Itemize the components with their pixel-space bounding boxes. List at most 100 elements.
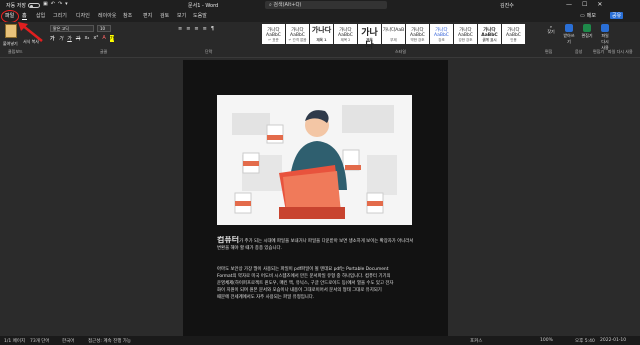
tab-references[interactable]: 참조 (123, 12, 132, 19)
zoom-level[interactable]: 100% (540, 338, 553, 343)
find-button[interactable]: ⌕ 찾기 (545, 24, 557, 51)
style-preview: 가나다AaBbC (481, 28, 498, 38)
comments-button[interactable]: ▭ 메모 (580, 12, 596, 20)
font-name-select[interactable]: 맑은 고딕 (50, 25, 94, 32)
document-title: 문서1 - Word (188, 3, 219, 9)
tab-home[interactable]: 홈 (22, 12, 27, 20)
paragraph-2-line-5: 때문에 전세계에서도 자주 사용되는 파일 유형입니다. (217, 295, 315, 300)
word-count[interactable]: 73개 단어 (30, 338, 50, 344)
comment-icon: ▭ (580, 12, 585, 19)
style-preview: 가나다AaBbC (458, 28, 473, 38)
style-preview: 가나다AaBbC (434, 28, 449, 38)
undo-icon[interactable]: ↶ (51, 1, 55, 7)
style-subtle-emphasis[interactable]: 가나다AaBbC 약한 강조 (406, 24, 429, 44)
reuse-files-button[interactable]: 파일 다시 사용 (599, 24, 611, 51)
language[interactable]: 한국어 (62, 338, 74, 344)
ribbon-tabs: 파일 홈 삽입 그리기 디자인 레이아웃 참조 편지 검토 보기 도움말 (0, 10, 640, 22)
computer-illustration (217, 95, 412, 225)
autosave-toggle[interactable] (28, 3, 40, 8)
style-emphasis[interactable]: 가나다AaBbC 강조 (430, 24, 453, 44)
strikethrough-button[interactable]: 가 (76, 35, 81, 42)
share-button[interactable]: 공유 (610, 12, 624, 19)
style-heading-2[interactable]: 가나다AaBbC 제목 2 (334, 24, 357, 44)
font-format-buttons: 가 가 가 가 x₂ x² A 가 (50, 35, 115, 42)
subscript-button[interactable]: x₂ (84, 35, 89, 42)
font-name-value: 맑은 고딕 (53, 26, 69, 31)
tab-draw[interactable]: 그리기 (53, 12, 67, 19)
accessibility-status[interactable]: 접근성: 계속 진행 가능 (88, 338, 131, 344)
highlight-button[interactable]: 가 (109, 35, 115, 42)
editor-button[interactable]: 편집기 (581, 24, 593, 51)
word-window: { "titlebar": { "autosave_label": "자동 저장… (0, 0, 640, 345)
align-right-icon[interactable]: ≡ (194, 26, 198, 32)
tab-mailings[interactable]: 편지 (143, 12, 152, 19)
save-icon[interactable]: ▣ (43, 1, 48, 7)
autosave-control[interactable]: 자동 저장 (6, 2, 40, 9)
group-reuse: 파일 다시 사용 (608, 49, 633, 54)
style-heading-1[interactable]: 가나다제목 1 (310, 24, 333, 44)
style-name: 부제 (390, 38, 397, 42)
font-color-button[interactable]: A (102, 35, 105, 42)
paragraph-2-line-3: 운영체제(하이퍼프로젝트 윈도우, 매킨 맥, 유닉스, 구글 안드로이드 등)… (217, 281, 394, 286)
tab-view[interactable]: 보기 (177, 12, 186, 19)
tab-design[interactable]: 디자인 (76, 12, 90, 19)
search-placeholder: 검색(Alt+Q) (273, 2, 302, 8)
style-name: 인용 (510, 38, 517, 42)
group-clipboard: 클립보드 (8, 49, 23, 54)
font-size-value: 10 (100, 26, 106, 31)
redo-icon[interactable]: ↷ (58, 1, 62, 7)
style-name: 제목 (366, 38, 373, 42)
find-label: 찾기 (547, 29, 555, 34)
paragraph-2-line-1: 아마도 보안상 가장 많이 사용되는 파일이 pdf파일이 될 텐데요 pdf는… (217, 267, 389, 272)
style-intense-emphasis[interactable]: 가나다AaBbC 강한 강조 (454, 24, 477, 44)
justify-icon[interactable]: ≡ (203, 26, 207, 32)
autosave-label: 자동 저장 (6, 3, 26, 9)
style-no-spacing[interactable]: 가나다AaBbC ↵ 간격 없음 (286, 24, 309, 44)
microphone-icon (565, 24, 573, 32)
maximize-button[interactable]: ☐ (582, 1, 587, 8)
group-paragraph: 단락 (205, 49, 213, 54)
font-size-select[interactable]: 10 (97, 25, 111, 32)
show-marks-icon[interactable]: ¶ (211, 26, 214, 32)
user-name[interactable]: 김진수 (500, 2, 514, 9)
style-normal[interactable]: 가나다AaBbC ↵ 표준 (262, 24, 285, 44)
align-center-icon[interactable]: ≡ (186, 26, 190, 32)
style-subtitle[interactable]: 가나다AaB 부제 (382, 24, 405, 44)
focus-button[interactable]: 포커스 (470, 338, 482, 344)
underline-button[interactable]: 가 (67, 35, 72, 42)
group-font: 글꼴 (100, 49, 108, 54)
tab-review[interactable]: 검토 (160, 12, 169, 19)
style-preview: 가나다 (311, 26, 332, 34)
style-name: ↵ 표준 (268, 38, 279, 42)
tab-insert[interactable]: 삽입 (36, 12, 45, 19)
style-title[interactable]: 가나다 제목 (358, 24, 381, 51)
style-quote[interactable]: 가나다AaBbC 인용 (502, 24, 525, 44)
page-count[interactable]: 1/1 페이지 (4, 338, 25, 344)
tab-help[interactable]: 도움말 (193, 12, 207, 19)
style-name: 제목 1 (316, 38, 327, 42)
window-controls: — ☐ ✕ (566, 1, 602, 8)
align-left-icon[interactable]: ≡ (178, 26, 182, 32)
paragraph-2[interactable]: 아마도 보안상 가장 많이 사용되는 파일이 pdf파일이 될 텐데요 pdf는… (217, 266, 412, 301)
title-bar: 자동 저장 ▣ ↶ ↷ ▾ 문서1 - Word ⌕ 검색(Alt+Q) 김진수… (0, 0, 640, 10)
group-editing: 편집 (545, 49, 553, 54)
editor-label: 편집기 (581, 33, 593, 38)
dictate-button[interactable]: 받아쓰기 (563, 24, 575, 51)
superscript-button[interactable]: x² (93, 35, 98, 42)
minimize-button[interactable]: — (566, 1, 572, 8)
dictate-label: 받아쓰기 (563, 33, 575, 44)
italic-button[interactable]: 가 (59, 35, 64, 42)
style-preview: 가나다AaBbC (290, 28, 305, 38)
paragraph-1-text: 가 주가 되는 시대에 파일을 보내거나 파일을 다운받아 보면 생소하게 보이… (217, 239, 414, 251)
bold-button[interactable]: 가 (50, 35, 55, 42)
tab-layout[interactable]: 레이아웃 (98, 12, 116, 19)
style-name: ↵ 간격 없음 (288, 38, 307, 42)
paragraph-buttons: ≡ ≡ ≡ ≡ ¶ (178, 26, 214, 32)
style-preview: 가나다AaBbC (266, 28, 281, 38)
style-strong[interactable]: 가나다AaBbC 굵게 표시 (478, 24, 501, 44)
customize-icon[interactable]: ▾ (65, 1, 68, 7)
status-bar: 1/1 페이지 73개 단어 한국어 접근성: 계속 진행 가능 포커스 100… (0, 336, 640, 345)
search-box[interactable]: ⌕ 검색(Alt+Q) (265, 1, 387, 9)
close-button[interactable]: ✕ (597, 1, 602, 8)
paragraph-1[interactable]: 컴퓨터가 주가 되는 시대에 파일을 보내거나 파일을 다운받아 보면 생소하게… (217, 236, 417, 252)
